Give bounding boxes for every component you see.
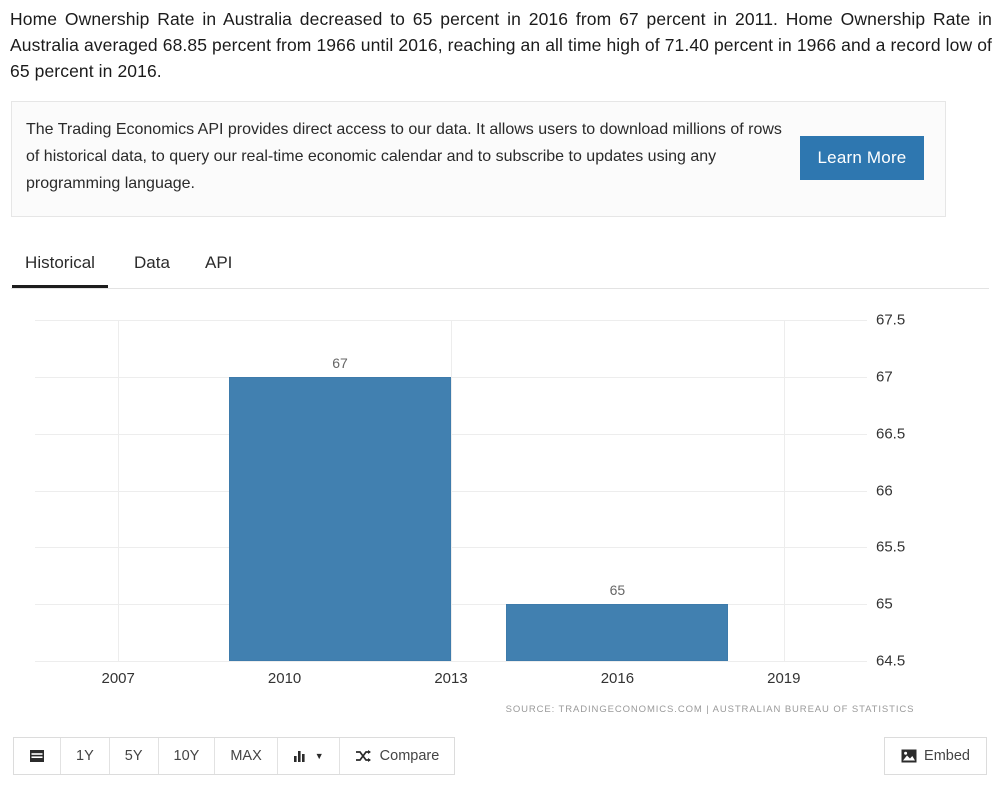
embed-button[interactable]: Embed	[884, 737, 987, 775]
bar-value-label: 65	[609, 582, 626, 599]
y-axis-tick-label: 66.5	[876, 425, 906, 443]
chart-source-attribution: SOURCE: TRADINGECONOMICS.COM | AUSTRALIA…	[505, 704, 915, 715]
learn-more-button[interactable]: Learn More	[800, 136, 924, 180]
gridline-vertical	[451, 320, 452, 661]
calendar-button[interactable]	[14, 738, 61, 774]
chevron-down-icon: ▼	[314, 751, 324, 761]
x-axis-tick-label: 2019	[767, 670, 801, 687]
summary-paragraph: Home Ownership Rate in Australia decreas…	[10, 9, 992, 81]
tab-api[interactable]: API	[203, 245, 234, 288]
y-axis-tick-label: 65.5	[876, 538, 906, 556]
tab-historical[interactable]: Historical	[12, 245, 108, 288]
range-1y-button[interactable]: 1Y	[61, 738, 110, 774]
range-10y-button[interactable]: 10Y	[158, 738, 216, 774]
compare-label: Compare	[379, 748, 440, 764]
x-axis-tick-label: 2010	[267, 670, 302, 687]
y-axis-tick-label: 64.5	[876, 652, 906, 670]
chart-plot-area: 67 65	[35, 320, 867, 662]
gridline-horizontal	[35, 661, 867, 662]
embed-label: Embed	[924, 748, 970, 764]
y-axis-tick-label: 66	[876, 482, 893, 499]
api-promo-text: The Trading Economics API provides direc…	[26, 121, 782, 192]
tab-data[interactable]: Data	[132, 245, 172, 288]
y-axis-tick-label: 65	[876, 595, 893, 613]
image-icon	[901, 749, 917, 763]
range-max-button[interactable]: MAX	[215, 738, 278, 774]
calendar-icon	[29, 748, 45, 764]
chart-bar[interactable]	[506, 604, 729, 661]
x-axis-tick-label: 2016	[600, 670, 635, 687]
x-axis-tick-label: 2007	[101, 670, 135, 687]
bar-chart-icon	[293, 749, 309, 763]
range-5y-button[interactable]: 5Y	[109, 738, 159, 774]
bar-value-label: 67	[332, 354, 348, 371]
y-axis-tick-label: 67	[876, 368, 893, 386]
chart-type-dropdown[interactable]: ▼	[277, 738, 340, 774]
chart-toolbar: 1Y 5Y 10Y MAX ▼ Compare	[13, 737, 456, 775]
chart-bar[interactable]	[229, 376, 451, 661]
api-promo-card: The Trading Economics API provides direc…	[11, 101, 946, 217]
x-axis-tick-label: 2013	[434, 670, 468, 687]
shuffle-icon	[355, 749, 372, 763]
historical-chart[interactable]: 67 65 SOURCE: TRADINGECONOMICS.COM | AUST…	[0, 296, 1000, 731]
gridline-vertical	[118, 320, 120, 661]
tab-bar: Historical Data API	[11, 245, 989, 289]
gridline-vertical	[783, 320, 785, 661]
y-axis-tick-label: 67.5	[876, 311, 906, 329]
compare-button[interactable]: Compare	[339, 738, 455, 774]
